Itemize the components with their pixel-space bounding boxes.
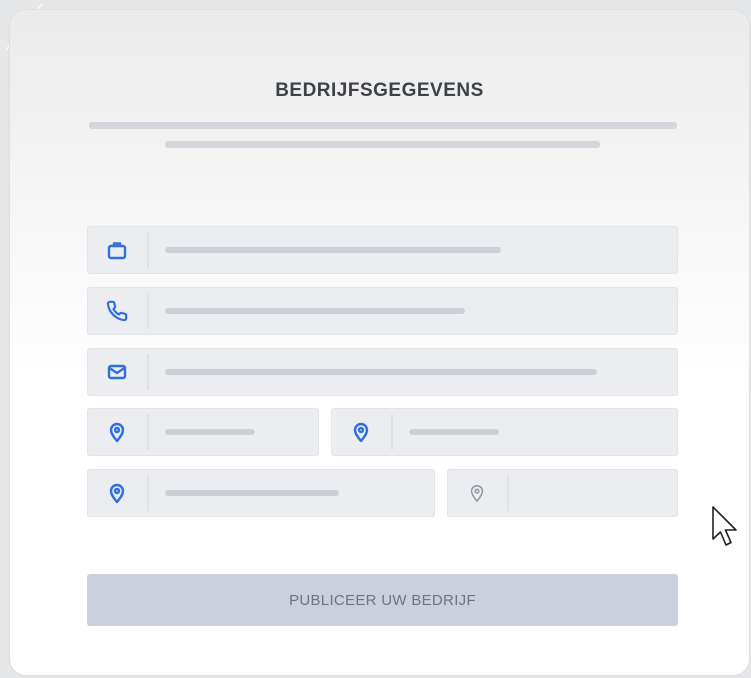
field-placeholder-line — [165, 308, 465, 314]
field-placeholder-line — [409, 429, 499, 435]
field-divider — [147, 293, 149, 329]
location-field[interactable] — [447, 469, 678, 517]
mouse-pointer-icon — [712, 506, 737, 546]
phone-field[interactable] — [87, 287, 678, 335]
field-placeholder-line — [165, 247, 501, 253]
location-field[interactable] — [331, 408, 678, 456]
field-placeholder-line — [165, 369, 597, 375]
description-placeholder-line — [165, 141, 600, 148]
field-divider — [147, 354, 149, 390]
mail-icon — [87, 348, 147, 396]
field-divider — [507, 475, 509, 511]
form-title: BEDRIJFSGEGEVENS — [275, 80, 484, 101]
map-pin-icon — [447, 469, 507, 517]
publish-business-button[interactable]: PUBLICEER UW BEDRIJF — [87, 574, 678, 626]
description-placeholder-line — [89, 122, 677, 129]
field-divider — [147, 232, 149, 268]
field-placeholder-line — [165, 490, 339, 496]
field-divider — [147, 475, 149, 511]
phone-icon — [87, 287, 147, 335]
company-field[interactable] — [87, 226, 678, 274]
location-field[interactable] — [87, 408, 319, 456]
map-pin-icon — [87, 408, 147, 456]
map-pin-icon — [87, 469, 147, 517]
field-divider — [147, 414, 149, 450]
field-divider — [391, 414, 393, 450]
location-field[interactable] — [87, 469, 435, 517]
field-placeholder-line — [165, 429, 255, 435]
briefcase-icon — [87, 226, 147, 274]
map-pin-icon — [331, 408, 391, 456]
email-field[interactable] — [87, 348, 678, 396]
